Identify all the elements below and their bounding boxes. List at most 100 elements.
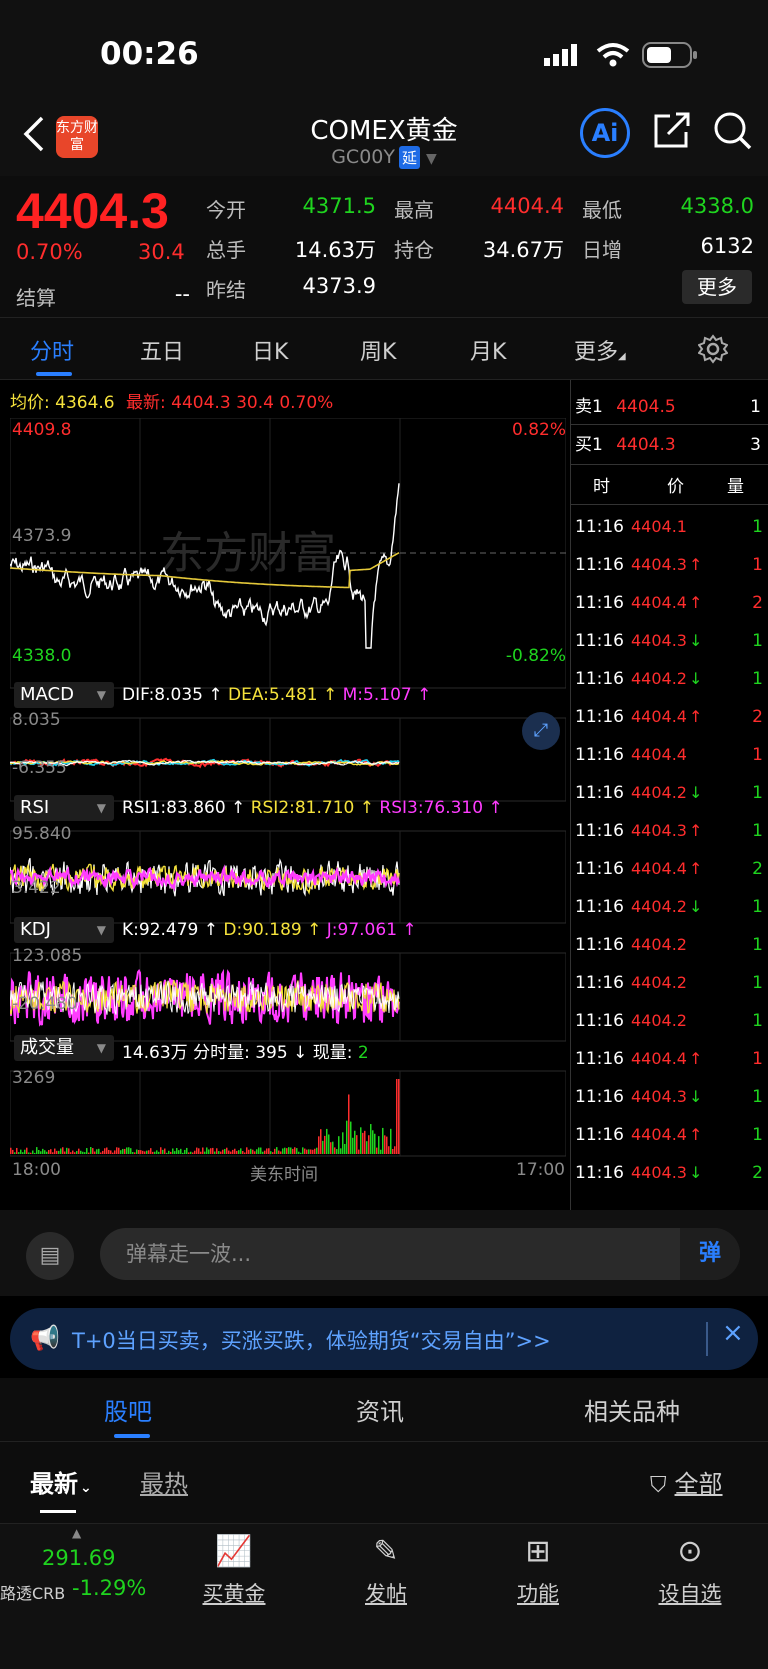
search-icon[interactable] [712, 110, 754, 152]
filter-button[interactable]: ⛉ 全部 [650, 1464, 723, 1499]
volume-bar [350, 1121, 352, 1154]
volume-bar [216, 1148, 218, 1154]
tick-qty: 1 [752, 973, 763, 993]
more-quote-button[interactable]: 更多 [682, 270, 752, 304]
rsi-selector[interactable]: RSI ▼ [14, 795, 114, 821]
volume-bar [184, 1149, 186, 1154]
volume-bar [384, 1135, 386, 1154]
volume-bar [378, 1136, 380, 1154]
volume-bar [124, 1148, 126, 1154]
watermark: 东方财富 [160, 528, 336, 579]
chevron-down-icon: ▼ [96, 923, 106, 937]
order-book: 卖1 4404.5 1 买1 4404.3 3 时 价 量 11:16 4404.… [570, 380, 768, 1210]
volume-bar [362, 1132, 364, 1154]
open-interest-value: 34.67万 [482, 238, 564, 262]
tick-price: 4404.2 [631, 669, 687, 688]
volume-bar [108, 1149, 110, 1154]
tab-five-day[interactable]: 五日 [140, 334, 184, 366]
tab-daily-k[interactable]: 日K [252, 334, 288, 366]
settle-value: -- [174, 282, 190, 306]
volume-bar [238, 1150, 240, 1154]
comment-settings-icon[interactable]: ▤ [26, 1232, 74, 1280]
volume-bar [24, 1149, 26, 1154]
tick-time: 11:16 [575, 707, 624, 727]
danmu-input[interactable]: 弹幕走一波... [100, 1228, 740, 1280]
tick-time: 11:16 [575, 631, 624, 651]
tick-arrow-icon: ↑ [689, 1049, 703, 1068]
add-watchlist-button[interactable]: 设自选 [640, 1578, 740, 1608]
tab-weekly-k[interactable]: 周K [360, 334, 396, 366]
volume-bar [86, 1148, 88, 1154]
tab-intraday[interactable]: 分时 [30, 334, 74, 366]
ask-row: 卖1 4404.5 1 [575, 388, 765, 426]
tick-row: 11:16 4404.3 ↓ 1 [571, 1078, 768, 1116]
macd-selector[interactable]: MACD ▼ [14, 682, 114, 708]
volume-bar [150, 1148, 152, 1154]
volume-bar [220, 1151, 222, 1154]
volume-bar [392, 1148, 394, 1154]
tab-monthly-k[interactable]: 月K [470, 334, 506, 366]
volume-bar [154, 1151, 156, 1154]
volume-bar [232, 1149, 234, 1154]
intraday-chart[interactable]: 均价: 4364.6 最新: 4404.3 30.4 0.70% 东方财富 44… [0, 380, 570, 1210]
danmu-toggle-button[interactable]: 弹 [680, 1228, 740, 1280]
volume-bar [202, 1147, 204, 1154]
pct-axis-low: -0.82% [505, 646, 566, 666]
open-interest-label: 持仓 [394, 238, 434, 262]
tab-more[interactable]: 更多◢ [574, 334, 626, 366]
volume-bar [44, 1150, 46, 1154]
share-icon[interactable] [652, 110, 692, 150]
low-label: 最低 [582, 198, 622, 222]
tick-time: 11:16 [575, 783, 624, 803]
status-bar: 00:26 [0, 0, 768, 100]
tick-row: 11:16 4404.4 ↑ 2 [571, 698, 768, 736]
settings-gear-icon[interactable] [698, 334, 728, 364]
volume-bar [302, 1147, 304, 1154]
tab-news[interactable]: 资讯 [356, 1392, 404, 1427]
post-button[interactable]: 发帖 [336, 1578, 436, 1608]
promo-banner[interactable]: 📢 T+0当日买卖，买涨买跌，体验期货“交易自由”>> × [10, 1308, 758, 1370]
latest-pct: 0.70% [279, 393, 334, 413]
volume-bar [356, 1135, 358, 1154]
post-icon: ✎ [373, 1534, 399, 1569]
latest-change: 30.4 [236, 393, 274, 413]
volume-bar [78, 1148, 80, 1154]
buy-gold-button[interactable]: 买黄金 [184, 1578, 284, 1608]
bid-row: 买1 4404.3 3 [575, 426, 765, 464]
tick-qty: 1 [752, 669, 763, 689]
active-tab-indicator [114, 1434, 150, 1438]
volume-bar [166, 1152, 168, 1154]
tab-related[interactable]: 相关品种 [584, 1392, 680, 1427]
volume-bar [182, 1152, 184, 1154]
tick-arrow-icon: ↓ [689, 631, 703, 650]
sort-latest[interactable]: 最新 ⌄ [30, 1464, 92, 1499]
volume-bar [366, 1141, 368, 1154]
volume-bar [158, 1151, 160, 1154]
tick-arrow-icon: ↑ [689, 859, 703, 878]
tick-row: 11:16 4404.4 ↑ 1 [571, 1040, 768, 1078]
volume-selector[interactable]: 成交量 ▼ [14, 1035, 114, 1061]
functions-button[interactable]: 功能 [488, 1578, 588, 1608]
tick-time: 11:16 [575, 935, 624, 955]
close-icon[interactable]: × [722, 1318, 744, 1348]
volume-bar [304, 1148, 306, 1154]
index-value[interactable]: 291.69 [42, 1546, 115, 1570]
volume-bar [144, 1151, 146, 1154]
volume-bar [230, 1151, 232, 1154]
volume-bar [164, 1148, 166, 1154]
high-value: 4404.4 [490, 194, 564, 218]
sort-hot[interactable]: 最热 [140, 1464, 188, 1499]
volume-bar [380, 1149, 382, 1154]
volume-bar [142, 1150, 144, 1154]
volume-bar [308, 1149, 310, 1154]
volume-bar [110, 1150, 112, 1154]
expand-icon[interactable]: ⤢ [522, 712, 560, 750]
volume-bar [364, 1130, 366, 1154]
tab-guba[interactable]: 股吧 [104, 1392, 152, 1427]
change-percent: 0.70% [16, 240, 83, 264]
kdj-selector[interactable]: KDJ ▼ [14, 917, 114, 943]
volume-bar [130, 1148, 132, 1154]
volume-bar [298, 1151, 300, 1154]
ai-assistant-button[interactable]: Ai [580, 108, 630, 158]
tick-qty: 1 [752, 821, 763, 841]
